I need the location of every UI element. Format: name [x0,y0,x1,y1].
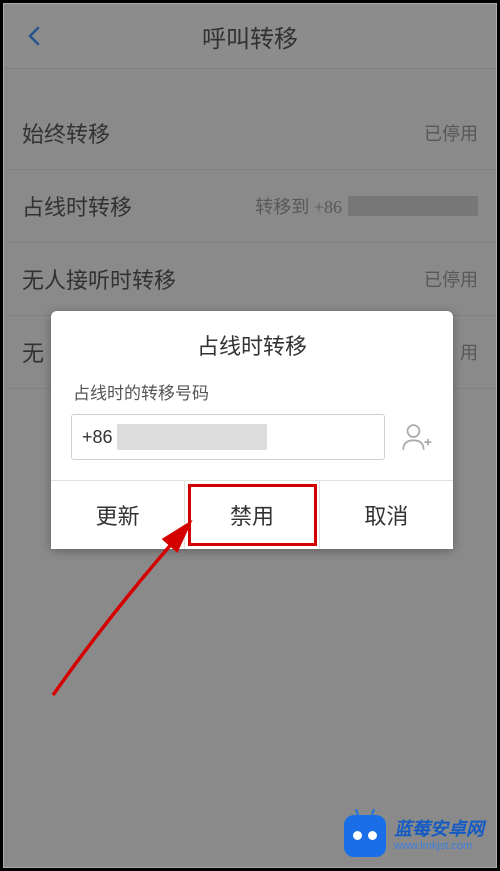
watermark-url: www.lmkjst.com [394,840,484,852]
dialog-button-row: 更新 禁用 取消 [51,480,453,549]
redacted-number [117,424,267,450]
phone-prefix: +86 [82,427,113,448]
update-button[interactable]: 更新 [51,481,185,549]
phone-number-input[interactable]: +86 [71,414,385,460]
add-contact-icon[interactable] [399,420,433,454]
watermark-logo [344,815,386,857]
input-row: +86 [51,414,453,480]
forward-dialog: 占线时转移 占线时的转移号码 +86 更新 禁用 取消 [51,311,453,549]
field-label: 占线时的转移号码 [51,371,453,414]
watermark-name: 蓝莓安卓网 [394,820,484,840]
dialog-title: 占线时转移 [51,311,453,371]
disable-button[interactable]: 禁用 [185,481,319,549]
cancel-button[interactable]: 取消 [320,481,453,549]
watermark: 蓝莓安卓网 www.lmkjst.com [344,815,484,857]
